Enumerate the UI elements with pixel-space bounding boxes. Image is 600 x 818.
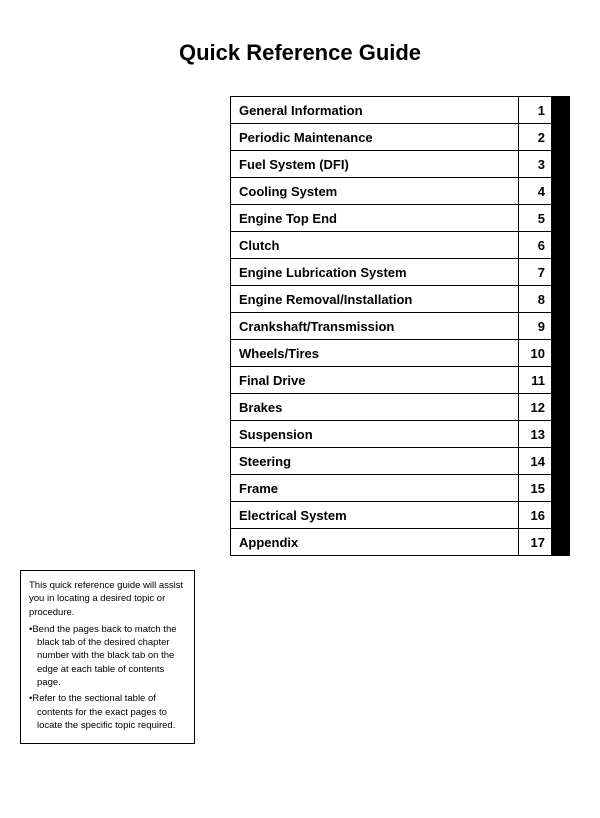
- toc-row: General Information1: [230, 96, 570, 124]
- info-intro: This quick reference guide will assist y…: [29, 579, 186, 619]
- toc-row: Engine Removal/Installation8: [230, 285, 570, 313]
- toc-number: 4: [519, 178, 551, 204]
- toc-number: 1: [519, 97, 551, 123]
- toc-row: Frame15: [230, 474, 570, 502]
- toc-number: 15: [519, 475, 551, 501]
- toc-number: 3: [519, 151, 551, 177]
- toc-row: Brakes12: [230, 393, 570, 421]
- toc-label: Suspension: [231, 421, 519, 447]
- toc-tab: [551, 475, 569, 501]
- toc-label: Cooling System: [231, 178, 519, 204]
- toc-tab: [551, 421, 569, 447]
- toc-tab: [551, 124, 569, 150]
- toc-row: Electrical System16: [230, 501, 570, 529]
- toc-tab: [551, 394, 569, 420]
- toc-label: Wheels/Tires: [231, 340, 519, 366]
- toc-row: Cooling System4: [230, 177, 570, 205]
- toc-label: Final Drive: [231, 367, 519, 393]
- toc-row: Appendix17: [230, 528, 570, 556]
- toc-tab: [551, 259, 569, 285]
- toc-number: 8: [519, 286, 551, 312]
- toc-row: Suspension13: [230, 420, 570, 448]
- info-bullet2: •Refer to the sectional table of content…: [29, 692, 186, 732]
- toc-number: 10: [519, 340, 551, 366]
- toc-label: Engine Top End: [231, 205, 519, 231]
- toc-tab: [551, 232, 569, 258]
- toc-number: 14: [519, 448, 551, 474]
- toc-number: 5: [519, 205, 551, 231]
- toc-label: Clutch: [231, 232, 519, 258]
- toc-label: Periodic Maintenance: [231, 124, 519, 150]
- toc-tab: [551, 178, 569, 204]
- toc-tab: [551, 151, 569, 177]
- toc-number: 6: [519, 232, 551, 258]
- toc-label: Appendix: [231, 529, 519, 555]
- toc-number: 2: [519, 124, 551, 150]
- toc-label: Electrical System: [231, 502, 519, 528]
- toc-label: Crankshaft/Transmission: [231, 313, 519, 339]
- info-bullet1: •Bend the pages back to match the black …: [29, 623, 186, 689]
- toc-label: Frame: [231, 475, 519, 501]
- info-box: This quick reference guide will assist y…: [20, 570, 195, 744]
- toc-row: Periodic Maintenance2: [230, 123, 570, 151]
- toc-label: Fuel System (DFI): [231, 151, 519, 177]
- toc-label: General Information: [231, 97, 519, 123]
- toc-tab: [551, 97, 569, 123]
- toc-label: Engine Lubrication System: [231, 259, 519, 285]
- toc-label: Brakes: [231, 394, 519, 420]
- toc-number: 9: [519, 313, 551, 339]
- toc-row: Final Drive11: [230, 366, 570, 394]
- toc-number: 7: [519, 259, 551, 285]
- toc-number: 16: [519, 502, 551, 528]
- toc-label: Steering: [231, 448, 519, 474]
- toc-label: Engine Removal/Installation: [231, 286, 519, 312]
- toc-number: 13: [519, 421, 551, 447]
- toc-tab: [551, 367, 569, 393]
- toc-tab: [551, 286, 569, 312]
- toc-tab: [551, 448, 569, 474]
- toc-tab: [551, 502, 569, 528]
- toc-row: Wheels/Tires10: [230, 339, 570, 367]
- toc-row: Engine Lubrication System7: [230, 258, 570, 286]
- page: Quick Reference Guide General Informatio…: [0, 0, 600, 818]
- toc-row: Fuel System (DFI)3: [230, 150, 570, 178]
- toc-row: Crankshaft/Transmission9: [230, 312, 570, 340]
- toc-tab: [551, 340, 569, 366]
- toc-row: Engine Top End5: [230, 204, 570, 232]
- toc-tab: [551, 313, 569, 339]
- toc-number: 11: [519, 367, 551, 393]
- toc-tab: [551, 529, 569, 555]
- toc-tab: [551, 205, 569, 231]
- toc-number: 12: [519, 394, 551, 420]
- toc-row: Clutch6: [230, 231, 570, 259]
- toc-number: 17: [519, 529, 551, 555]
- toc-row: Steering14: [230, 447, 570, 475]
- page-title: Quick Reference Guide: [20, 40, 580, 66]
- toc-container: General Information1Periodic Maintenance…: [230, 96, 570, 556]
